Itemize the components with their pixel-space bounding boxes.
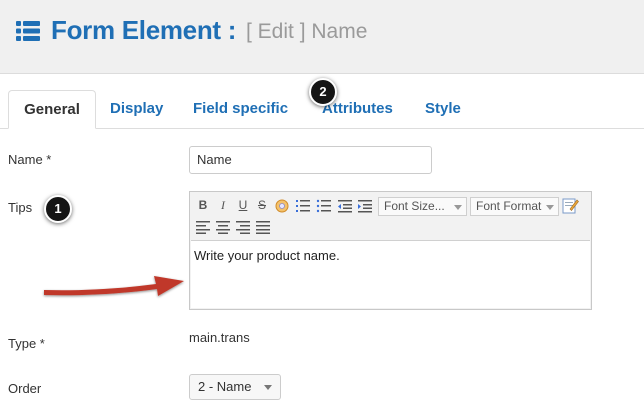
align-center-icon[interactable] bbox=[215, 219, 231, 235]
outdent-icon[interactable] bbox=[337, 198, 353, 214]
type-value: main.trans bbox=[189, 330, 250, 345]
page-header: Form Element : [ Edit ] Name bbox=[0, 0, 644, 74]
indent-icon[interactable] bbox=[357, 198, 373, 214]
chevron-down-icon bbox=[454, 205, 462, 210]
clear-format-icon[interactable] bbox=[274, 198, 290, 214]
tab-general[interactable]: General bbox=[8, 90, 96, 129]
edit-source-icon[interactable] bbox=[562, 197, 579, 215]
rich-text-editor: B I U S Font Size... Font Format Write y… bbox=[189, 191, 592, 310]
font-size-select-label: Font Size... bbox=[384, 199, 445, 213]
tab-field-specific[interactable]: Field specific bbox=[193, 90, 288, 129]
align-right-icon[interactable] bbox=[235, 219, 251, 235]
order-select[interactable]: 2 - Name bbox=[189, 374, 281, 400]
bold-button[interactable]: B bbox=[195, 196, 211, 214]
annotation-badge-2: 2 bbox=[309, 78, 337, 106]
type-label: Type * bbox=[8, 336, 45, 351]
italic-button[interactable]: I bbox=[215, 196, 231, 214]
font-format-select[interactable]: Font Format bbox=[470, 197, 559, 216]
list-icon bbox=[16, 21, 40, 41]
page-title: Form Element : bbox=[51, 15, 237, 45]
align-left-icon[interactable] bbox=[195, 219, 211, 235]
order-select-value: 2 - Name bbox=[198, 379, 252, 394]
font-format-select-label: Font Format bbox=[476, 199, 542, 213]
editor-content-area[interactable]: Write your product name. bbox=[191, 240, 590, 308]
underline-button[interactable]: U bbox=[235, 196, 251, 214]
chevron-down-icon bbox=[264, 385, 272, 390]
name-field[interactable]: Name bbox=[189, 146, 432, 174]
ordered-list-icon[interactable] bbox=[295, 198, 311, 214]
tab-style[interactable]: Style bbox=[425, 90, 461, 129]
unordered-list-icon[interactable] bbox=[316, 198, 332, 214]
chevron-down-icon bbox=[546, 205, 554, 210]
align-justify-icon[interactable] bbox=[255, 219, 271, 235]
tab-display[interactable]: Display bbox=[110, 90, 163, 129]
strikethrough-button[interactable]: S bbox=[254, 196, 270, 214]
page-subtitle: [ Edit ] Name bbox=[246, 20, 368, 43]
tips-label: Tips bbox=[8, 200, 33, 215]
name-label: Name * bbox=[8, 152, 52, 167]
annotation-arrow bbox=[44, 276, 184, 296]
order-label: Order bbox=[8, 381, 42, 396]
font-size-select[interactable]: Font Size... bbox=[378, 197, 467, 216]
annotation-badge-1: 1 bbox=[44, 195, 72, 223]
